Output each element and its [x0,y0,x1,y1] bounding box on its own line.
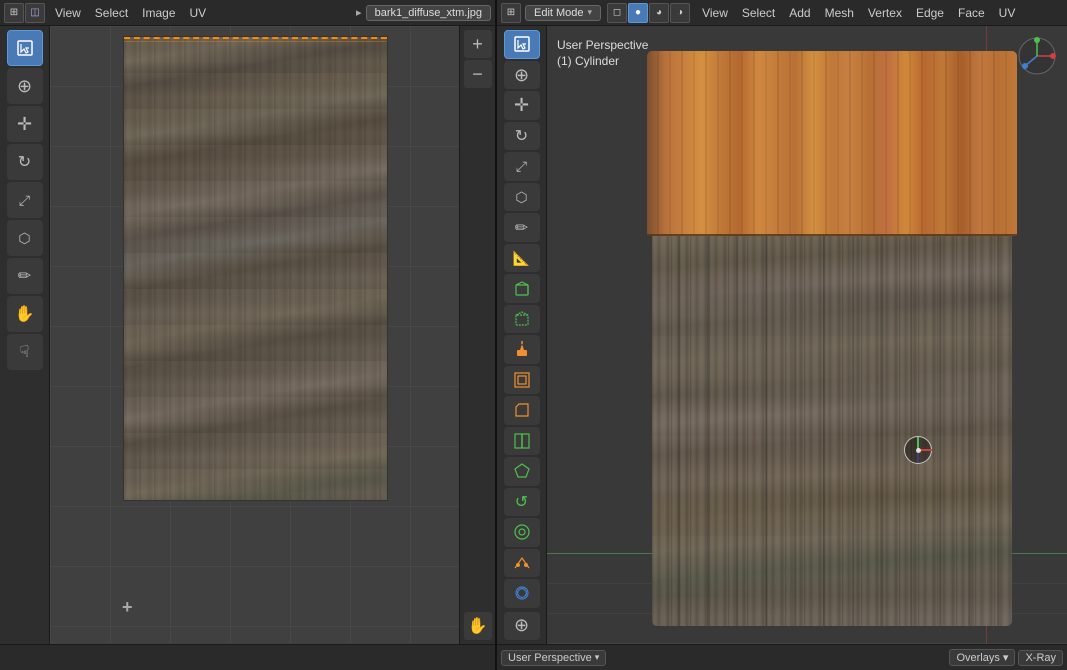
cylinder-wood-top [647,51,1017,236]
right-workspace-icon[interactable]: ⊞ [501,3,521,23]
right-mode-dropdown[interactable]: Edit Mode ▾ [525,5,601,21]
filename-label: bark1_diffuse_xtm.jpg [366,5,491,21]
left-panel-header: ⊞ ◫ View Select Image UV ▸ bark1_diffuse… [0,0,497,26]
right-header-icons: ⊞ [501,3,521,23]
right-menu-view[interactable]: View [696,4,734,22]
uv-rotate-tool[interactable]: ↻ [7,144,43,180]
right-menu-vertex[interactable]: Vertex [862,4,908,22]
solid-shade-btn[interactable]: ● [628,3,648,23]
right-menu-mesh[interactable]: Mesh [819,4,860,22]
vp-select-tool[interactable] [504,30,540,59]
vp-scale-tool[interactable]: ⤢ [504,152,540,180]
overlay-btn[interactable]: Overlays ▾ [949,649,1015,666]
uv-hand-tool[interactable]: ☟ [7,334,43,370]
vp-cursor-tool[interactable]: ⊕ [504,61,540,89]
viewport-bottom-bar: User Perspective ▾ Overlays ▾ X-Ray [497,644,1067,670]
vp-spin-tool[interactable]: ↺ [504,488,540,516]
cylinder-object [637,51,1027,626]
render-shade-btn[interactable]: ◑ [670,3,690,23]
zoom-out-btn[interactable]: − [464,60,492,88]
right-menu-add[interactable]: Add [783,4,816,22]
viewport-3d-panel: ⊕ ✛ ↻ ⤢ ⬡ ✏ 📐 [497,26,1067,670]
uv-cursor-tool[interactable]: ⊕ [7,68,43,104]
editor-type-icon[interactable]: ◫ [25,3,45,23]
workspace-icon[interactable]: ⊞ [4,3,24,23]
viewport-perspective-label: User Perspective [557,36,648,54]
wireframe-shade-btn[interactable]: ◻ [607,3,627,23]
move-cursor: + [122,597,133,618]
perspective-label: User Perspective [508,652,592,664]
vp-rotate-tool[interactable]: ↻ [504,122,540,150]
viewport-canvas: User Perspective (1) Cylinder [547,26,1067,644]
transform-gizmo [904,436,932,464]
vp-extrude-tool[interactable] [504,335,540,363]
uv-editor-panel: ⊕ ✛ ↻ ⤢ ⬡ ✏ ✋ ☟ [0,26,497,670]
right-menu-face[interactable]: Face [952,4,991,22]
mode-label: Edit Mode [534,7,584,19]
uv-grab-tool[interactable]: ✋ [7,296,43,332]
uv-selection-line [124,37,387,41]
nav-gizmo-corner [1015,34,1059,78]
uv-right-tools: + − ✋ [459,26,495,644]
right-menu-select[interactable]: Select [736,4,781,22]
bark-texture-image [123,36,388,501]
viewport-perspective-btn[interactable]: User Perspective ▾ [501,650,606,666]
right-panel-header: ⊞ Edit Mode ▾ ◻ ● ◕ ◑ View Select Add Me… [497,0,1067,26]
vp-nav-gizmo[interactable]: ⊕ [504,612,540,640]
viewport-object-label: (1) Cylinder [557,54,648,68]
cylinder-bark-bottom [652,236,1012,626]
uv-move-tool[interactable]: ✛ [7,106,43,142]
uv-annotate-tool[interactable]: ✏ [7,258,43,294]
uv-tool-sidebar: ⊕ ✛ ↻ ⤢ ⬡ ✏ ✋ ☟ [0,26,50,644]
vp-annotate-tool[interactable]: ✏ [504,213,540,241]
right-menu-edge[interactable]: Edge [910,4,950,22]
material-shade-btn[interactable]: ◕ [649,3,669,23]
vp-move-tool[interactable]: ✛ [504,91,540,119]
vp-cube-add-tool[interactable] [504,274,540,302]
uv-transform-tool[interactable]: ⬡ [7,220,43,256]
vp-inset-tool[interactable] [504,366,540,394]
hand-nav-btn[interactable]: ✋ [464,612,492,640]
uv-scale-tool[interactable]: ⤢ [7,182,43,218]
viewport-info-overlay: User Perspective (1) Cylinder [557,36,648,68]
filename-badge[interactable]: ▸ bark1_diffuse_xtm.jpg [356,5,491,21]
left-menu-uv[interactable]: UV [184,4,213,22]
vp-smooth-tool[interactable] [504,518,540,546]
vp-poly-build-tool[interactable] [504,457,540,485]
vp-bevel-tool[interactable] [504,396,540,424]
viewport-tool-sidebar: ⊕ ✛ ↻ ⤢ ⬡ ✏ 📐 [497,26,547,644]
left-header-icons: ⊞ ◫ [4,3,45,23]
xray-btn[interactable]: X-Ray [1018,650,1063,666]
left-menu-select[interactable]: Select [89,4,134,22]
right-menu-uv[interactable]: UV [993,4,1022,22]
vp-transform-tool[interactable]: ⬡ [504,183,540,211]
vp-ruler-tool[interactable]: 📐 [504,244,540,272]
dropdown-icon: ▾ [595,652,600,663]
vp-loop-cut-tool[interactable] [504,427,540,455]
left-menu-view[interactable]: View [49,4,87,22]
vp-cube-outline-tool[interactable] [504,305,540,333]
zoom-in-btn[interactable]: + [464,30,492,58]
vp-shrink-tool[interactable] [504,579,540,607]
left-menu-image[interactable]: Image [136,4,181,22]
uv-select-tool[interactable] [7,30,43,66]
uv-bottom-bar [0,644,495,670]
shading-mode-group: ◻ ● ◕ ◑ [607,3,690,23]
dropdown-arrow-icon: ▾ [588,7,593,18]
uv-canvas: + [50,26,459,644]
vp-edge-slide-tool[interactable] [504,549,540,577]
